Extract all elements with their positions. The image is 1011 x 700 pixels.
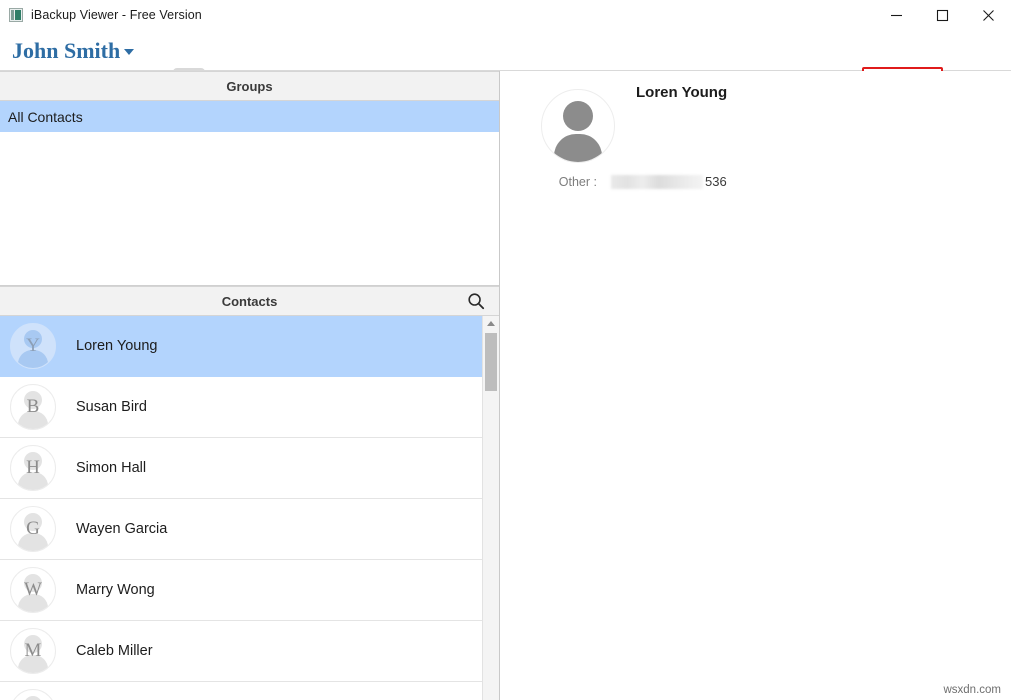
group-item-label: All Contacts (8, 108, 83, 125)
groups-list: All Contacts (0, 101, 499, 286)
avatar-initial: M (24, 640, 42, 661)
toolbar: John Smith Name:John Smith Export (0, 30, 1011, 97)
avatar-initial: Y (26, 335, 40, 356)
list-item[interactable]: S Carlos Smith (0, 682, 482, 700)
watermark: wsxdn.com (943, 684, 1001, 696)
avatar: Y (10, 323, 56, 369)
avatar-initial: W (24, 579, 42, 600)
contact-name: Wayen Garcia (76, 521, 168, 537)
list-item[interactable]: M Caleb Miller (0, 621, 482, 682)
contact-detail-panel: Loren Young Other : 536 (501, 71, 1011, 700)
contact-name: Caleb Miller (76, 643, 153, 659)
list-item[interactable]: G Wayen Garcia (0, 499, 482, 560)
scroll-up-arrow-icon[interactable] (483, 316, 499, 331)
user-dropdown-button[interactable]: John Smith (12, 38, 135, 64)
title-bar: iBackup Viewer - Free Version (0, 0, 1011, 30)
detail-field-value: 536 (611, 174, 727, 190)
ibackup-viewer-window: iBackup Viewer - Free Version John Smith (0, 0, 1011, 700)
avatar: M (10, 628, 56, 674)
contact-name: Loren Young (76, 338, 158, 354)
contacts-list: Y Loren Young B Susan Bird H Simon Hall (0, 316, 499, 700)
contact-name: Simon Hall (76, 460, 147, 476)
contacts-panel-header: Contacts (0, 286, 499, 316)
contact-name: Susan Bird (76, 399, 147, 415)
avatar-initial: H (26, 457, 40, 478)
list-item[interactable]: H Simon Hall (0, 438, 482, 499)
left-sidebar: Groups All Contacts Contacts Y Loren You… (0, 71, 500, 700)
close-icon[interactable] (965, 0, 1011, 30)
page-title: Loren Young (636, 84, 728, 101)
groups-panel-header: Groups (0, 71, 499, 101)
avatar-initial: B (26, 396, 40, 417)
detail-field-value-text: 536 (705, 174, 727, 189)
group-item-all-contacts[interactable]: All Contacts (0, 101, 499, 132)
avatar: G (10, 506, 56, 552)
list-item[interactable]: B Susan Bird (0, 377, 482, 438)
window-title: iBackup Viewer - Free Version (31, 8, 202, 22)
minimize-icon[interactable] (873, 0, 919, 30)
avatar: W (10, 567, 56, 613)
contacts-scrollbar[interactable] (482, 316, 499, 700)
avatar: B (10, 384, 56, 430)
list-item[interactable]: Y Loren Young (0, 316, 482, 377)
window-controls (873, 0, 1011, 30)
chevron-down-icon (124, 48, 135, 55)
avatar: S (10, 689, 56, 700)
list-item[interactable]: W Marry Wong (0, 560, 482, 621)
avatar: H (10, 445, 56, 491)
contacts-header-label: Contacts (221, 293, 278, 309)
contact-name: Marry Wong (76, 582, 155, 598)
maximize-icon[interactable] (919, 0, 965, 30)
user-dropdown-label: John Smith (12, 38, 121, 63)
ibackup-viewer-icon (9, 8, 23, 22)
detail-field-label: Other : (558, 174, 597, 189)
search-icon[interactable] (467, 292, 485, 310)
avatar-initial: S (11, 690, 55, 700)
contact-placeholder-avatar (541, 89, 615, 163)
avatar-initial: G (26, 518, 40, 539)
scrollbar-thumb[interactable] (485, 333, 497, 391)
detail-field-other: Other : 536 (521, 174, 941, 190)
groups-header-label: Groups (226, 78, 273, 94)
redacted-value (611, 174, 703, 189)
